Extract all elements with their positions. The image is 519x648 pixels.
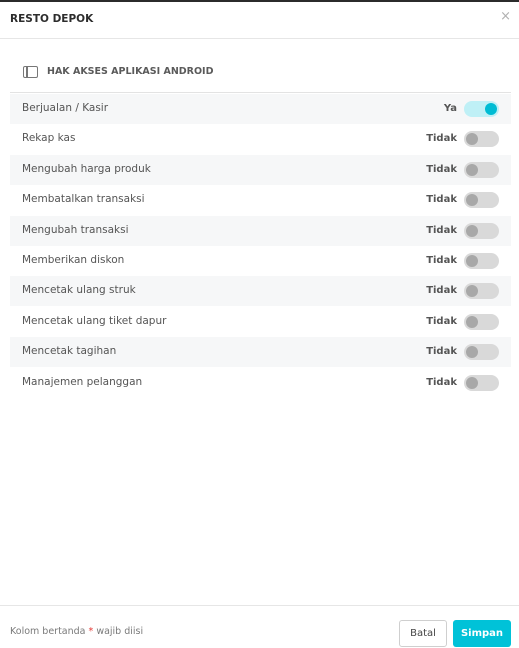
- required-note: Kolom bertanda * wajib diisi: [10, 626, 143, 637]
- permission-status: Ya: [443, 103, 457, 114]
- toggle-knob: [485, 103, 497, 115]
- permission-row: Memberikan diskon Tidak: [10, 246, 511, 276]
- permission-toggle[interactable]: [464, 344, 499, 361]
- permission-status: Tidak: [426, 346, 457, 358]
- permission-toggle[interactable]: [464, 192, 499, 209]
- permission-row: Mencetak ulang tiket dapur Tidak: [10, 307, 511, 337]
- toggle-knob: [466, 346, 478, 359]
- required-note-suffix: wajib diisi: [96, 626, 144, 637]
- permission-row: Mengubah transaksi Tidak: [10, 215, 511, 246]
- cancel-button[interactable]: Batal: [399, 620, 447, 647]
- save-button[interactable]: Simpan: [453, 620, 511, 647]
- permission-status: Tidak: [426, 194, 457, 206]
- required-mark: *: [88, 626, 94, 637]
- permission-status: Tidak: [426, 224, 457, 236]
- permission-toggle[interactable]: [464, 131, 499, 148]
- permission-label: Mengubah transaksi: [22, 223, 129, 236]
- permission-label: Mencetak ulang tiket dapur: [22, 314, 167, 327]
- permission-status: Tidak: [426, 163, 457, 175]
- permission-row: Berjualan / Kasir Ya: [10, 94, 511, 124]
- permission-label: Membatalkan transaksi: [22, 193, 145, 206]
- permission-row: Mencetak tagihan Tidak: [10, 337, 511, 368]
- toggle-knob: [466, 224, 478, 237]
- permission-label: Manajemen pelanggan: [22, 375, 143, 388]
- permission-row: Mencetak ulang struk Tidak: [10, 276, 511, 307]
- modal-footer: Kolom bertanda * wajib diisi Batal Simpa…: [0, 605, 519, 648]
- permission-toggle[interactable]: [464, 313, 499, 330]
- toggle-knob: [466, 315, 478, 328]
- permission-status: Tidak: [426, 376, 457, 388]
- modal-header: RESTO DEPOK ×: [0, 2, 519, 39]
- permission-row: Manajemen pelanggan Tidak: [10, 368, 511, 398]
- permission-label: Rekap kas: [22, 132, 76, 145]
- permission-toggle[interactable]: [464, 374, 499, 391]
- permission-status: Tidak: [426, 315, 457, 327]
- permission-status: Tidak: [426, 133, 457, 145]
- toggle-knob: [466, 376, 478, 389]
- modal-title: RESTO DEPOK: [10, 13, 94, 25]
- permission-status: Tidak: [426, 285, 457, 297]
- permission-label: Mencetak ulang struk: [22, 284, 136, 297]
- tablet-icon: [23, 66, 38, 78]
- permission-row: Membatalkan transaksi Tidak: [10, 185, 511, 215]
- permission-row: Rekap kas Tidak: [10, 124, 511, 154]
- toggle-knob: [466, 163, 478, 176]
- permission-toggle[interactable]: [464, 222, 499, 239]
- permission-label: Berjualan / Kasir: [22, 102, 109, 114]
- permission-label: Mengubah harga produk: [22, 162, 151, 175]
- toggle-knob: [466, 285, 478, 298]
- required-note-prefix: Kolom bertanda: [10, 626, 86, 637]
- permission-row: Mengubah harga produk Tidak: [10, 154, 511, 185]
- close-icon[interactable]: ×: [500, 10, 511, 23]
- permission-toggle[interactable]: [464, 101, 499, 117]
- toggle-knob: [466, 194, 478, 207]
- permission-toggle[interactable]: [464, 161, 499, 178]
- permission-status: Tidak: [426, 255, 457, 266]
- toggle-knob: [466, 133, 478, 146]
- permission-label: Memberikan diskon: [22, 254, 125, 266]
- section-title: HAK AKSES APLIKASI ANDROID: [47, 66, 214, 77]
- section-header: HAK AKSES APLIKASI ANDROID: [10, 52, 511, 93]
- permission-toggle[interactable]: [464, 253, 499, 269]
- permission-label: Mencetak tagihan: [22, 345, 117, 358]
- toggle-knob: [466, 255, 478, 267]
- permission-toggle[interactable]: [464, 283, 499, 300]
